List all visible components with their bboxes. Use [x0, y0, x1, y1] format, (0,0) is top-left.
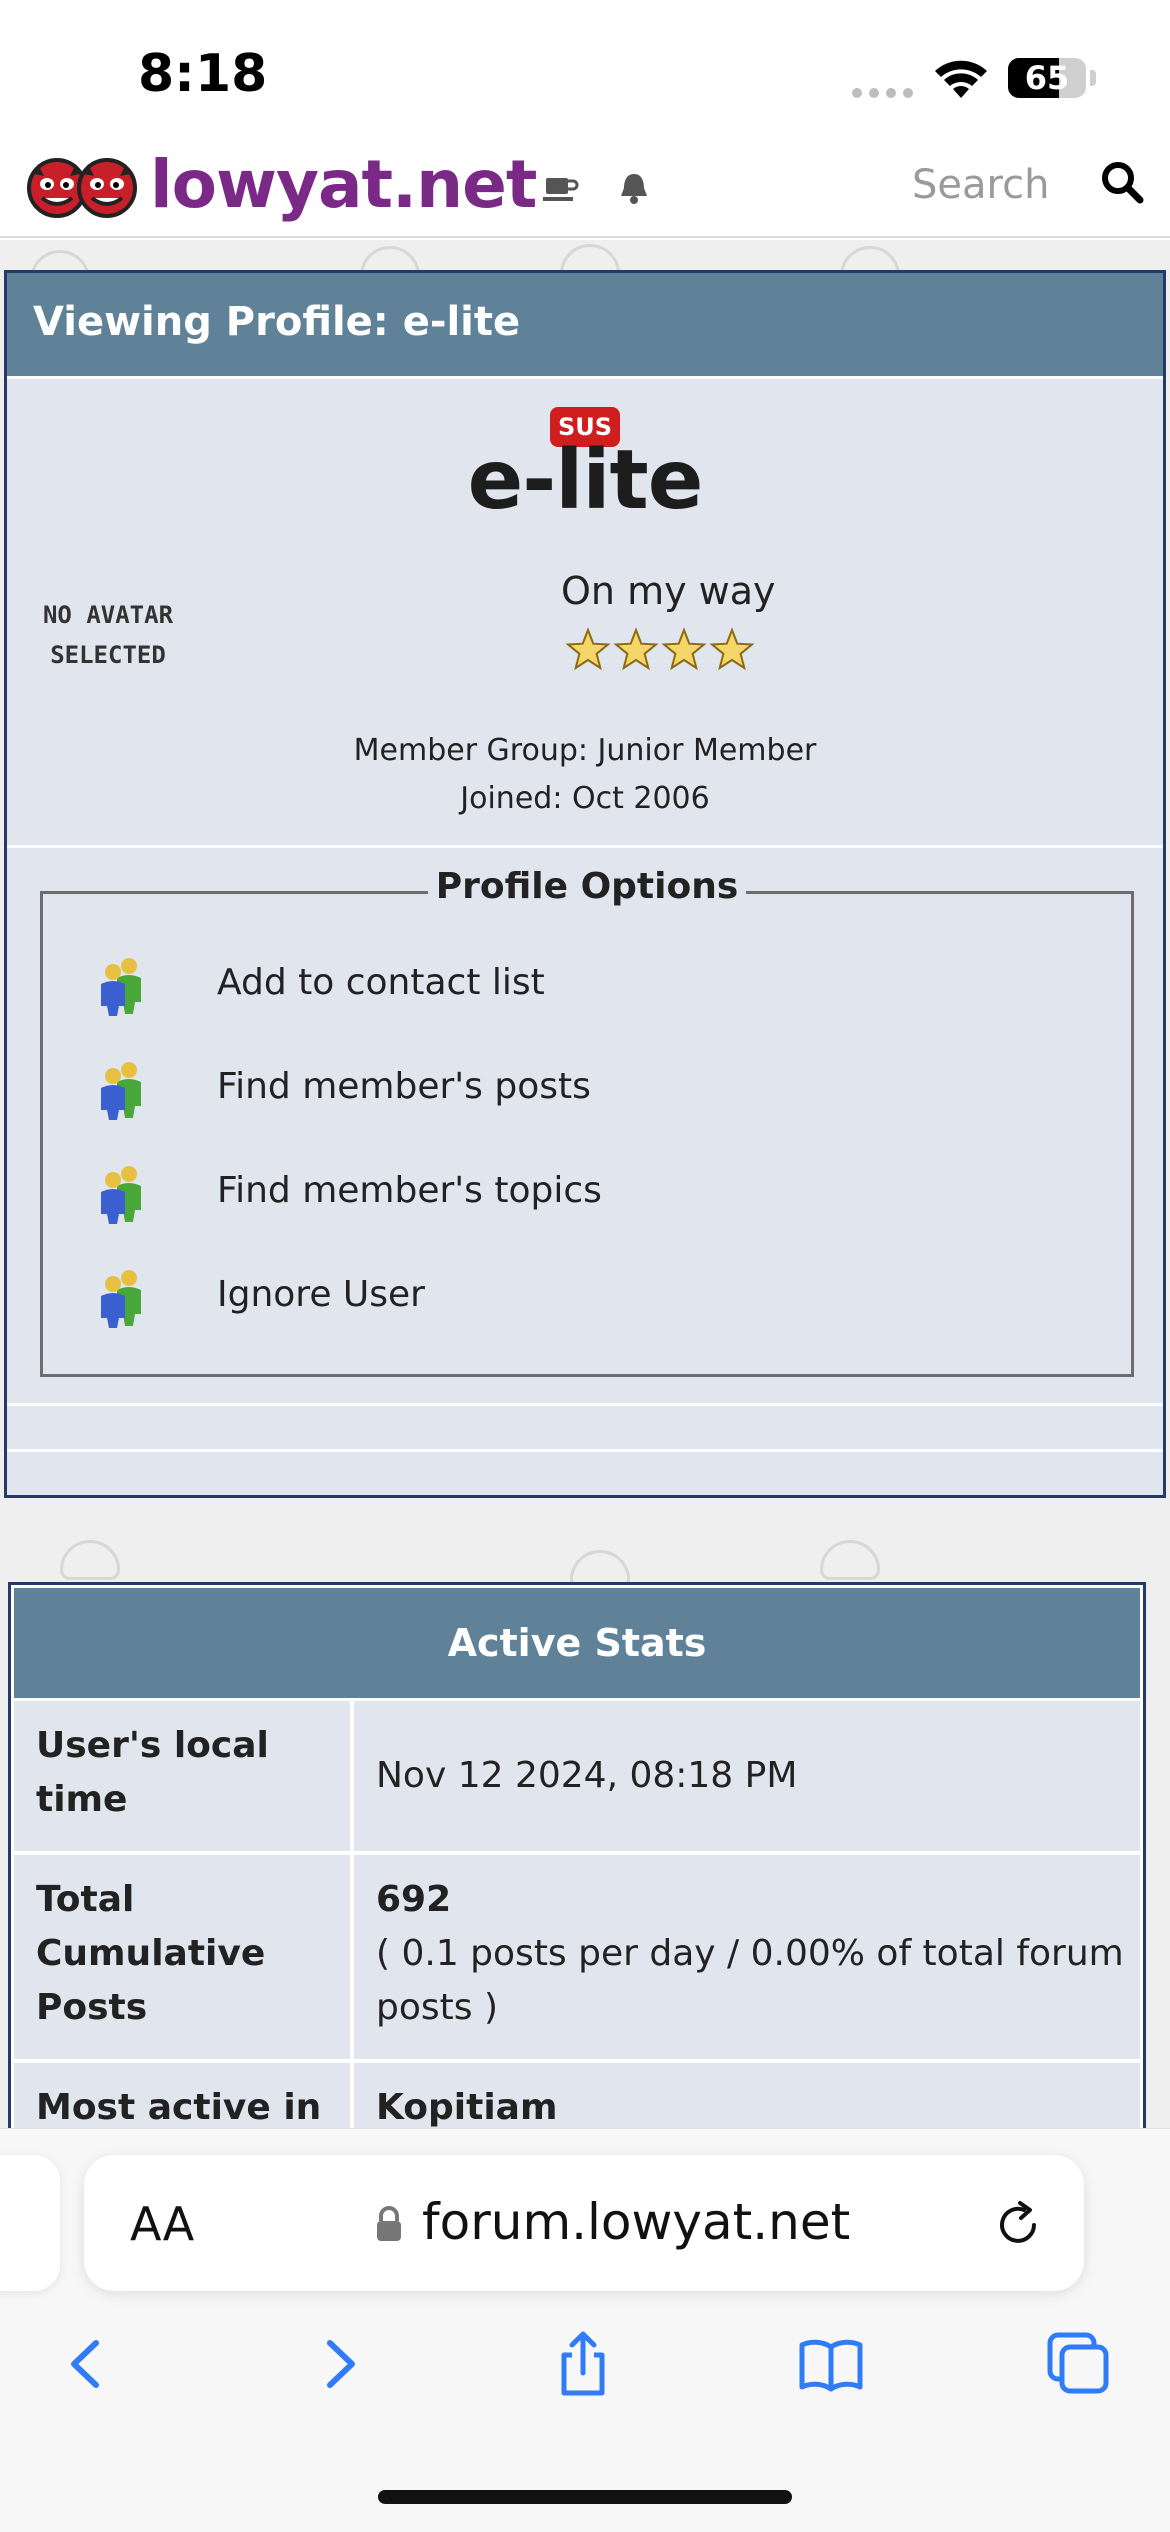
- back-icon[interactable]: [52, 2329, 122, 2399]
- bookmarks-icon[interactable]: [796, 2329, 866, 2399]
- members-icon: [101, 1062, 141, 1120]
- url-text[interactable]: forum.lowyat.net: [422, 2193, 850, 2251]
- logo-mascot-icon[interactable]: [74, 150, 140, 220]
- profile-options-legend: Profile Options: [427, 866, 747, 907]
- total-posts-count: 692: [376, 1879, 452, 1920]
- star-rating: [565, 627, 755, 671]
- option-find-topics[interactable]: Find member's topics: [91, 1156, 991, 1228]
- previous-tab-peek[interactable]: [0, 2155, 60, 2291]
- bell-icon[interactable]: [614, 168, 654, 208]
- stat-value-local-time: Nov 12 2024, 08:18 PM: [354, 1701, 1140, 1851]
- user-title: On my way: [561, 569, 776, 613]
- star-icon: [709, 627, 755, 671]
- battery-icon: 65: [1008, 58, 1086, 98]
- members-icon: [101, 1270, 141, 1328]
- home-indicator: [378, 2490, 792, 2504]
- members-icon: [101, 958, 141, 1016]
- cellular-signal-icon: [852, 88, 914, 98]
- battery-percent: 65: [1024, 59, 1070, 97]
- profile-panel: Viewing Profile: e-lite NO AVATAR SELECT…: [4, 270, 1166, 1498]
- active-stats-title: Active Stats: [14, 1588, 1140, 1698]
- site-header: lowyat.net Search: [0, 140, 1170, 238]
- avatar-text: SELECTED: [50, 641, 166, 669]
- option-label[interactable]: Ignore User: [217, 1274, 425, 1315]
- joined-date: Joined: Oct 2006: [460, 781, 710, 816]
- reload-icon[interactable]: [994, 2199, 1044, 2249]
- share-icon[interactable]: [548, 2329, 618, 2399]
- star-icon: [661, 627, 707, 671]
- option-find-posts[interactable]: Find member's posts: [91, 1052, 991, 1124]
- reader-settings-button[interactable]: AA: [130, 2197, 194, 2251]
- site-logo[interactable]: lowyat.net: [150, 146, 537, 223]
- profile-header: Viewing Profile: e-lite: [7, 273, 1163, 379]
- avatar-text: NO AVATAR: [42, 601, 174, 629]
- address-bar[interactable]: AA forum.lowyat.net: [84, 2155, 1084, 2291]
- page-title: Viewing Profile: e-lite: [33, 299, 521, 345]
- coffee-icon[interactable]: [540, 168, 580, 208]
- browser-toolbar: AA forum.lowyat.net: [0, 2128, 1170, 2532]
- search-input[interactable]: Search: [912, 162, 1049, 208]
- option-add-contact[interactable]: Add to contact list: [91, 948, 991, 1020]
- forward-icon[interactable]: [304, 2329, 374, 2399]
- option-label[interactable]: Add to contact list: [217, 962, 545, 1003]
- stat-value-total-posts: 692 ( 0.1 posts per day / 0.00% of total…: [354, 1855, 1140, 2059]
- search-icon[interactable]: [1098, 158, 1146, 206]
- option-label[interactable]: Find member's topics: [217, 1170, 602, 1211]
- username: e-lite: [467, 433, 704, 528]
- wifi-icon: [935, 60, 987, 98]
- star-icon: [613, 627, 659, 671]
- option-ignore-user[interactable]: Ignore User: [91, 1260, 991, 1332]
- active-stats-panel: Active Stats User's local time Nov 12 20…: [8, 1582, 1146, 2143]
- member-group: Member Group: Junior Member: [353, 733, 817, 768]
- status-time: 8:18: [138, 44, 268, 104]
- star-icon: [565, 627, 611, 671]
- total-posts-detail: ( 0.1 posts per day / 0.00% of total for…: [376, 1933, 1124, 2028]
- stat-label-total-posts: Total Cumulative Posts: [14, 1855, 350, 2059]
- members-icon: [101, 1166, 141, 1224]
- lock-icon: [377, 2206, 401, 2241]
- avatar: NO AVATAR SELECTED: [33, 595, 183, 691]
- status-bar: 8:18 65: [0, 0, 1170, 140]
- option-label[interactable]: Find member's posts: [217, 1066, 591, 1107]
- profile-options: Profile Options Add to contact list Find…: [40, 866, 1134, 1377]
- tabs-icon[interactable]: [1044, 2329, 1114, 2399]
- stat-label-local-time: User's local time: [14, 1701, 350, 1851]
